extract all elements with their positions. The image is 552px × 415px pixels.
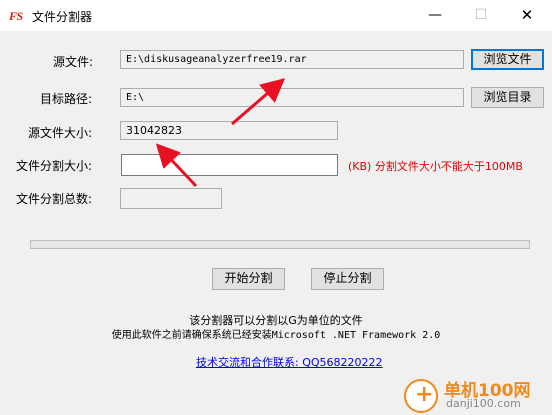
watermark-logo-icon: + xyxy=(404,379,438,413)
plus-icon: + xyxy=(415,382,434,407)
watermark-domain: danji100.com xyxy=(446,397,521,410)
arrow-to-source-file xyxy=(231,78,286,126)
annotation-arrows xyxy=(155,78,286,188)
arrow-to-source-size xyxy=(155,143,198,188)
site-watermark: + 单机100网 danji100.com xyxy=(404,373,552,415)
